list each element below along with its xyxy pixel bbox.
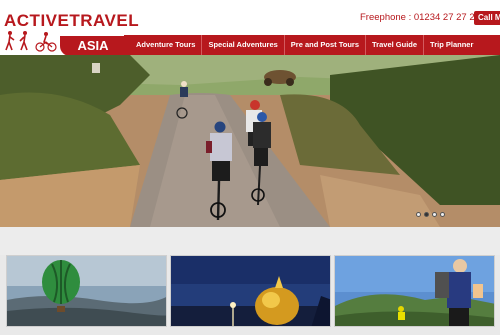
thumbnail-golden-rock[interactable] [170,255,331,327]
nav-pre-post-tours[interactable]: Pre and Post Tours [285,35,367,55]
site-logo[interactable]: ACTIVETRAVEL ASIA [4,8,139,56]
nav-travel-guide[interactable]: Travel Guide [366,35,425,55]
main-nav: Adventure Tours Special Adventures Pre a… [124,35,500,55]
freephone-number: Freephone : 01234 27 27 28 [360,12,480,23]
thumbnail-balloon[interactable] [6,255,167,327]
slide-dot-active[interactable] [424,212,429,217]
nav-adventure-tours[interactable]: Adventure Tours [130,35,203,55]
thumbnail-cyclists[interactable] [334,255,495,327]
slide-dot[interactable] [416,212,421,217]
golden-rock-pagoda-image [171,256,330,326]
content-strip [0,227,500,255]
site-header: ACTIVETRAVEL ASIA Freephone : 01234 27 2… [0,0,500,56]
nav-trip-planner[interactable]: Trip Planner [424,35,479,55]
logo-subtitle: ASIA [60,36,126,56]
hot-air-balloon-image [7,256,166,326]
hiker-cyclist-logo-icon [5,31,57,52]
logo-text: ACTIVETRAVEL [4,11,140,30]
cyclists-road-hero-image [0,55,500,227]
call-me-button[interactable]: Call M [474,11,500,25]
nav-special-adventures[interactable]: Special Adventures [202,35,285,55]
slide-indicators [416,212,445,217]
slide-dot[interactable] [432,212,437,217]
slide-dot[interactable] [440,212,445,217]
cyclists-image [335,256,494,326]
hero-slideshow[interactable] [0,55,500,227]
